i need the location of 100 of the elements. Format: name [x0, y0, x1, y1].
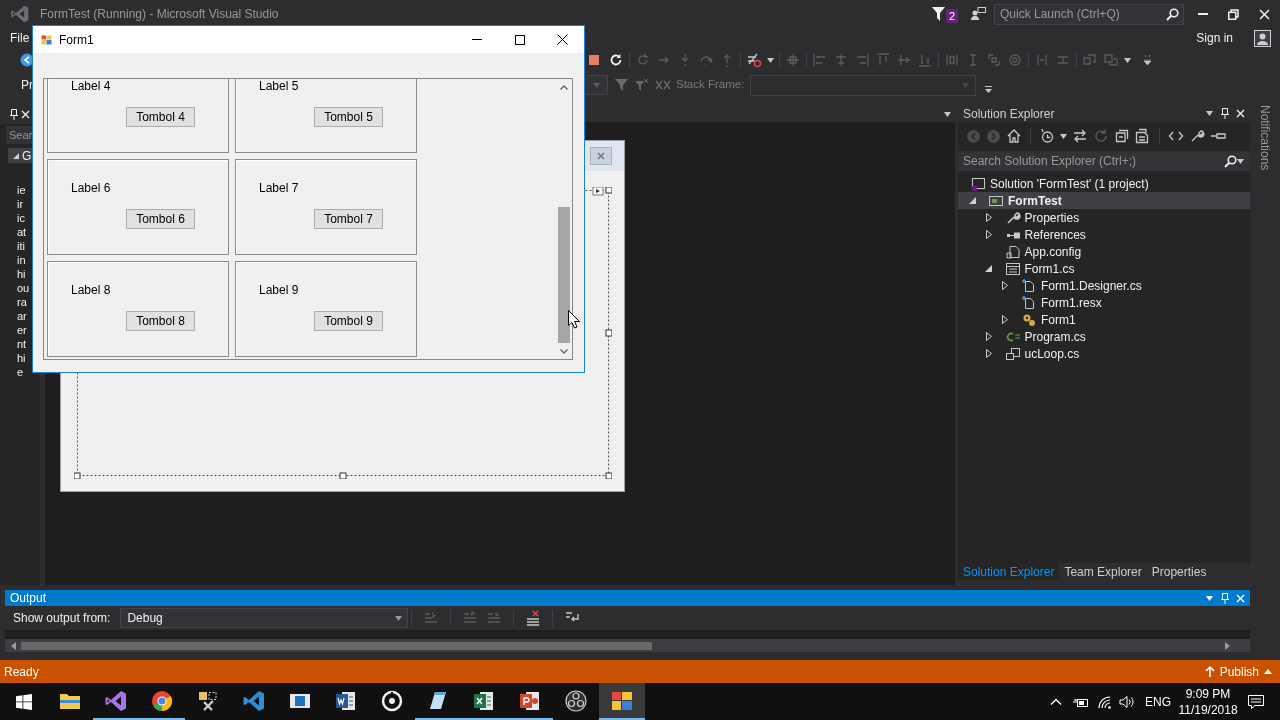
expanded-triangle-icon[interactable] [985, 265, 992, 272]
pin-icon[interactable] [10, 108, 18, 120]
chevron-down-icon[interactable] [560, 348, 568, 354]
code-ribbon-icon [242, 688, 266, 713]
search-icon[interactable] [1166, 7, 1179, 21]
clock-date: 11/19/2018 [1178, 701, 1238, 718]
toolbox-group[interactable]: G [8, 148, 32, 163]
clear-all-icon[interactable] [525, 610, 542, 626]
collapsed-triangle-icon[interactable] [1002, 281, 1008, 290]
tab-list-caret-icon[interactable] [944, 111, 951, 117]
tree-item[interactable]: ucLoop.cs [958, 345, 1250, 362]
language-indicator[interactable]: ENG [1145, 692, 1171, 711]
sign-in-link[interactable]: Sign in [1196, 29, 1233, 47]
clock-icon[interactable] [1039, 128, 1055, 144]
stack-frame-field[interactable] [750, 74, 977, 96]
scroll-left-icon[interactable] [11, 641, 16, 650]
collapsed-triangle-icon[interactable] [985, 230, 992, 239]
dropdown-field[interactable] [586, 75, 608, 95]
form-button[interactable]: Tombol 6 [126, 209, 195, 229]
notification-count[interactable]: 2 [945, 9, 958, 23]
tree-item[interactable]: Solution 'FormTest' (1 project) [958, 175, 1250, 192]
description-text: nt [17, 337, 28, 351]
tree-item[interactable]: Program.cs [958, 328, 1250, 345]
threads-icon[interactable] [655, 78, 671, 92]
dropdown-caret-icon[interactable] [1206, 111, 1213, 116]
account-icon[interactable] [1254, 29, 1271, 47]
description-text: er [17, 323, 28, 337]
solution-search-field[interactable]: Search Solution Explorer (Ctrl+;) [958, 151, 1250, 171]
user-control-icon [1004, 345, 1021, 362]
mouse-pointer-icon [568, 310, 580, 329]
home-icon[interactable] [1006, 128, 1022, 144]
panel-title: Output [10, 590, 47, 607]
tree-item[interactable]: App.config [958, 243, 1250, 260]
tree-item[interactable]: Form1 [958, 311, 1250, 328]
tree-item[interactable]: Form1.cs [958, 260, 1250, 277]
panel-tab[interactable]: Team Explorer [1059, 563, 1147, 580]
search-icon[interactable] [1224, 154, 1237, 168]
scrollbar-thumb[interactable] [21, 641, 652, 650]
panel-tab[interactable]: Solution Explorer [958, 563, 1060, 580]
form-button[interactable]: Tombol 4 [126, 107, 195, 127]
quick-launch-field[interactable]: Quick Launch (Ctrl+Q) [994, 3, 1184, 25]
feedback-icon[interactable] [971, 7, 986, 21]
dropdown-caret-icon[interactable] [1206, 595, 1213, 601]
notification-icon[interactable] [1248, 693, 1264, 710]
wrench-icon[interactable] [1189, 128, 1205, 144]
publish-button[interactable]: Publish [1204, 662, 1272, 681]
tree-item[interactable]: Form1.Designer.cs [958, 277, 1250, 294]
collapsed-triangle-icon[interactable] [985, 213, 992, 222]
caret-up-icon [1264, 669, 1272, 674]
form-button[interactable]: Tombol 5 [314, 107, 383, 127]
file-icon [1021, 277, 1037, 294]
scroll-right-icon[interactable] [1225, 641, 1230, 650]
solution-icon [970, 175, 986, 192]
crossed-lines-icon[interactable] [746, 52, 762, 68]
aperture-icon [564, 688, 588, 713]
funnel-icon[interactable] [931, 7, 945, 21]
collapsed-triangle-icon[interactable] [985, 332, 992, 341]
output-source-dropdown[interactable]: Debug [120, 608, 409, 628]
panel-tab[interactable]: Properties [1146, 563, 1212, 580]
expanded-triangle-icon[interactable] [13, 152, 19, 159]
tree-item[interactable]: FormTest [958, 192, 1250, 209]
sync-arrows-icon[interactable] [1072, 128, 1088, 144]
horizontal-scrollbar[interactable] [5, 639, 1250, 652]
overflow-icon[interactable] [1144, 55, 1151, 65]
designer-close-button[interactable] [590, 147, 612, 165]
caret-icon[interactable] [767, 57, 774, 63]
form-button[interactable]: Tombol 7 [314, 209, 383, 229]
form-button[interactable]: Tombol 9 [314, 311, 383, 331]
form-button[interactable]: Tombol 8 [126, 311, 195, 331]
caret-icon[interactable] [1060, 133, 1067, 139]
dropdown-caret-icon[interactable] [395, 615, 403, 621]
collapse-all-icon[interactable] [1114, 128, 1130, 144]
collapsed-triangle-icon[interactable] [985, 349, 992, 358]
close-icon[interactable] [1236, 109, 1245, 118]
taskbar-app-button[interactable] [599, 683, 645, 720]
back-circle-icon[interactable] [20, 53, 34, 67]
caret-icon[interactable] [1124, 57, 1131, 63]
expanded-triangle-icon[interactable] [968, 197, 976, 204]
menu-item[interactable]: File [10, 29, 30, 47]
clock[interactable]: 9:09 PM 11/19/2018 [1180, 685, 1236, 718]
wifi-icon[interactable] [1097, 694, 1113, 709]
dropdown-caret-icon[interactable] [1237, 158, 1244, 164]
overflow-icon[interactable] [985, 85, 993, 93]
description-text: ir [17, 197, 25, 211]
tree-item[interactable]: Form1.resx [958, 294, 1250, 311]
tree-item[interactable]: Properties [958, 209, 1250, 226]
show-all-files-icon[interactable] [1135, 128, 1151, 144]
restart-icon[interactable] [608, 52, 624, 68]
description-text: ra [17, 295, 28, 309]
scrollbar-thumb[interactable] [558, 207, 570, 343]
funnel-remove-icon[interactable] [635, 78, 649, 92]
tree-item[interactable]: References [958, 226, 1250, 243]
pin-icon[interactable] [1221, 108, 1229, 119]
up-arrow-icon [1204, 666, 1215, 677]
toolbox-search-field[interactable]: Sear [6, 126, 32, 144]
speaker-icon[interactable] [1119, 694, 1135, 709]
output-source-label: Show output from: [13, 610, 111, 627]
close-icon[interactable] [21, 109, 30, 119]
notifications-tab[interactable]: Notifications [1256, 105, 1274, 171]
collapsed-triangle-icon[interactable] [1002, 315, 1008, 324]
